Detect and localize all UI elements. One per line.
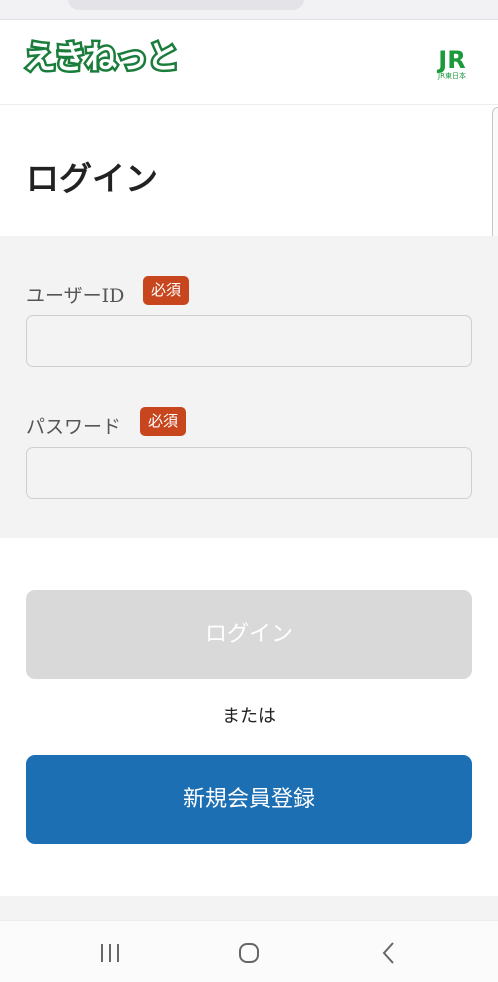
password-label: パスワード bbox=[26, 416, 122, 438]
page-title: ログイン bbox=[26, 159, 158, 198]
password-required-badge: 必須 bbox=[140, 407, 187, 436]
eki-net-logo[interactable]: えきねっと bbox=[21, 35, 181, 79]
page: えきねっと JR JR東日本 ログイン ユーザーID 必須 パスワード 必須 ロ… bbox=[0, 0, 498, 982]
login-form: ユーザーID 必須 パスワード 必須 bbox=[0, 236, 498, 538]
footer-divider bbox=[0, 896, 498, 920]
home-icon[interactable] bbox=[235, 939, 263, 967]
address-bar[interactable] bbox=[68, 0, 304, 10]
android-nav-bar bbox=[0, 920, 498, 982]
recent-apps-icon[interactable] bbox=[96, 939, 124, 967]
user-id-required-badge: 必須 bbox=[143, 276, 190, 305]
browser-top-bar bbox=[0, 0, 498, 20]
or-separator: または bbox=[222, 706, 276, 727]
register-button[interactable]: 新規会員登録 bbox=[26, 755, 472, 844]
jr-logo-letters: JR bbox=[436, 46, 465, 74]
site-header: えきねっと JR JR東日本 bbox=[0, 20, 498, 105]
login-button[interactable]: ログイン bbox=[26, 590, 472, 679]
jr-logo-subtext: JR東日本 bbox=[437, 71, 466, 80]
back-icon[interactable] bbox=[375, 939, 403, 967]
jr-east-logo[interactable]: JR JR東日本 bbox=[432, 45, 472, 81]
user-id-label: ユーザーID bbox=[26, 285, 125, 307]
user-id-input[interactable] bbox=[26, 315, 472, 367]
password-input[interactable] bbox=[26, 447, 472, 499]
